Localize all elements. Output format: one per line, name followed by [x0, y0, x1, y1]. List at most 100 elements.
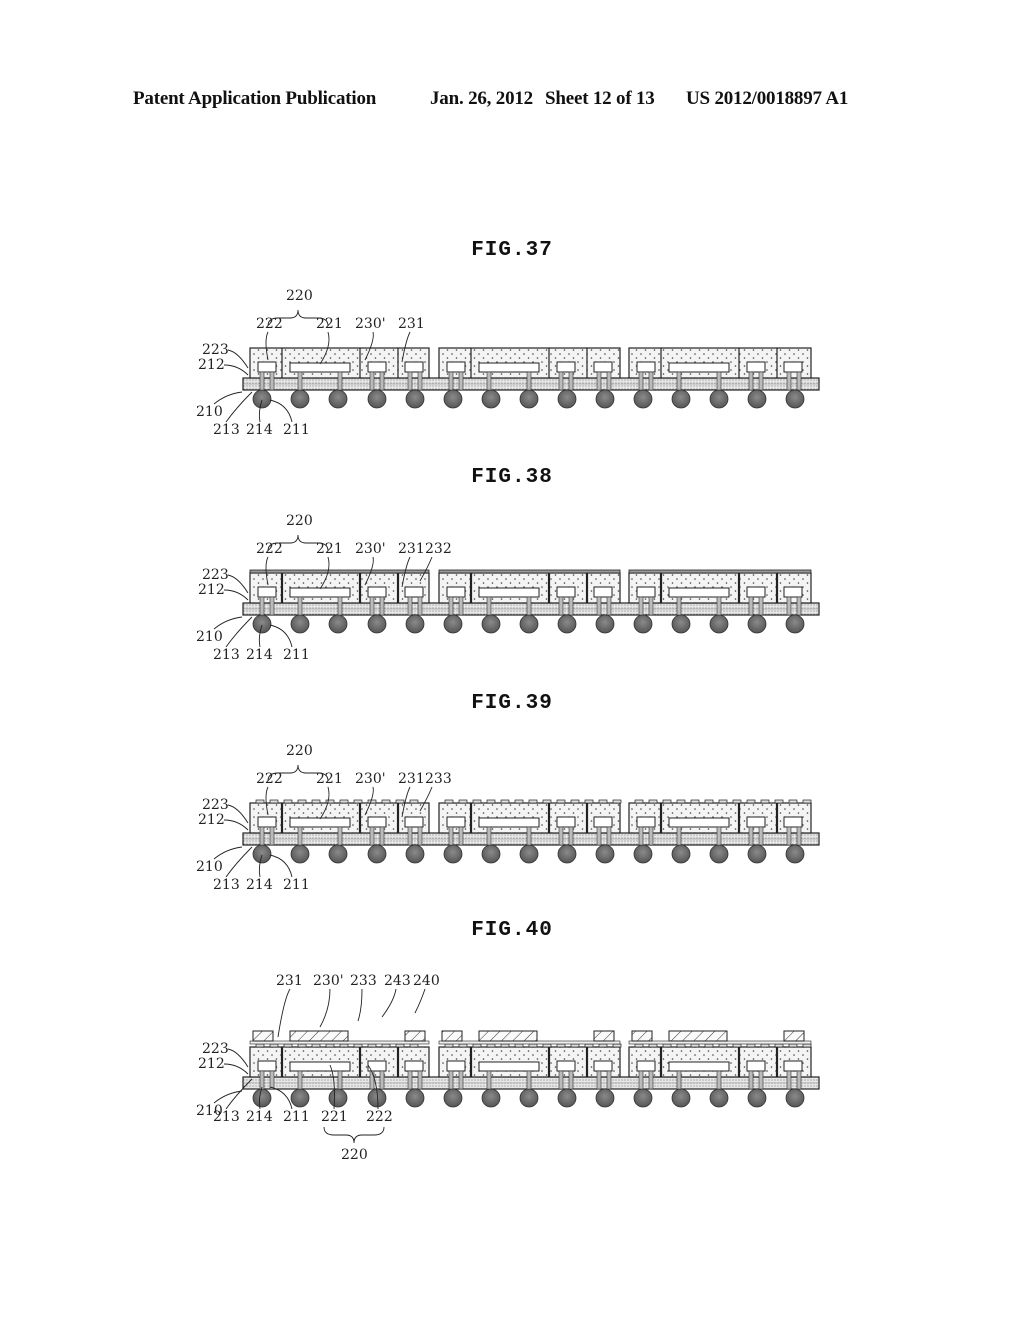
chip-222	[367, 816, 387, 828]
via-212	[758, 826, 764, 846]
via-212	[369, 371, 375, 391]
pad-233	[788, 799, 798, 804]
chip-222	[556, 816, 576, 828]
solder-ball-214	[481, 389, 501, 409]
pad-233	[732, 799, 742, 804]
label-233: 233	[425, 771, 452, 787]
label-221: 221	[321, 1109, 348, 1125]
label-210: 210	[196, 859, 223, 875]
solder-ball-214	[785, 389, 805, 409]
label-214: 214	[246, 877, 273, 893]
solder-ball-214	[481, 844, 501, 864]
chip-222	[636, 361, 656, 373]
chip-222	[446, 816, 466, 828]
pad-233	[662, 1043, 672, 1048]
pad-233	[500, 1043, 510, 1048]
via-212	[796, 826, 802, 846]
via-212	[786, 371, 792, 391]
solder-ball-214	[671, 1088, 691, 1108]
pad-233	[570, 799, 580, 804]
via-212	[526, 371, 532, 391]
via-212	[606, 371, 612, 391]
via-212	[568, 826, 574, 846]
via-212	[558, 826, 564, 846]
via-212	[448, 596, 454, 616]
solder-ball-214	[290, 1088, 310, 1108]
solder-ball-214	[595, 389, 615, 409]
label-211: 211	[283, 877, 310, 893]
figure-40-drawing: 223212210231 230' 233 243 240213 214 211 221 222…	[196, 973, 820, 1163]
label-210: 210	[196, 629, 223, 645]
chip-222	[446, 1060, 466, 1072]
pad-233	[760, 799, 770, 804]
solder-ball-214	[671, 844, 691, 864]
solder-ball-214	[443, 1088, 463, 1108]
pad-233	[528, 799, 538, 804]
chip-222	[636, 816, 656, 828]
via-212	[526, 596, 532, 616]
label-211: 211	[283, 647, 310, 663]
via-212	[259, 371, 265, 391]
via-212	[786, 1070, 792, 1090]
via-212	[297, 596, 303, 616]
solder-ball-214	[519, 844, 539, 864]
label-223: 223	[202, 1041, 229, 1057]
layer-232	[249, 569, 430, 574]
pad-233	[648, 1043, 658, 1048]
leader-211	[269, 624, 293, 648]
solder-ball-214	[709, 1088, 729, 1108]
publication-date: Jan. 26, 2012	[430, 88, 533, 109]
component-240	[252, 1030, 274, 1042]
chip-222	[593, 816, 613, 828]
label-220: 220	[286, 288, 313, 304]
pad-233	[339, 799, 349, 804]
pad-233	[648, 799, 658, 804]
via-212	[297, 1070, 303, 1090]
layer-232	[438, 569, 621, 574]
solder-ball-214	[519, 389, 539, 409]
solder-ball-214	[252, 844, 272, 864]
figure-39-drawing: 223212 210 213 214 211 220222 221 230' 231 233	[196, 743, 820, 893]
via-212	[448, 1070, 454, 1090]
pad-233	[325, 799, 335, 804]
solder-ball-214	[290, 389, 310, 409]
label-221: 221	[316, 771, 343, 787]
via-212	[337, 596, 343, 616]
via-212	[407, 596, 413, 616]
chip-222	[746, 1060, 766, 1072]
pad-233	[395, 799, 405, 804]
pad-233	[774, 1043, 784, 1048]
chip-221	[478, 817, 540, 828]
sheet-number: Sheet 12 of 13	[545, 88, 655, 109]
pad-233	[486, 1043, 496, 1048]
pad-233	[444, 1043, 454, 1048]
pad-233	[409, 1043, 419, 1048]
solder-ball-214	[367, 844, 387, 864]
label-213: 213	[213, 877, 240, 893]
leader-212	[223, 819, 249, 831]
via-212	[486, 1070, 492, 1090]
via-212	[369, 596, 375, 616]
label-220: 220	[341, 1147, 368, 1163]
leader-212	[223, 589, 249, 601]
via-212	[379, 596, 385, 616]
solder-ball-214	[443, 844, 463, 864]
chip-222	[446, 586, 466, 598]
chip-222	[404, 361, 424, 373]
component-240	[668, 1030, 728, 1042]
label-230p: 230'	[355, 541, 386, 557]
pad-233	[367, 1043, 377, 1048]
pad-233	[458, 799, 468, 804]
leader-211	[269, 399, 293, 423]
chip-222	[636, 586, 656, 598]
label-230p: 230'	[355, 316, 386, 332]
via-212	[417, 1070, 423, 1090]
pad-233	[283, 1043, 293, 1048]
via-212	[269, 1070, 275, 1090]
leader-240	[414, 988, 426, 1014]
via-212	[486, 371, 492, 391]
chip-222	[783, 361, 803, 373]
chip-222	[257, 1060, 277, 1072]
pad-233	[486, 799, 496, 804]
label-230p: 230'	[313, 973, 344, 989]
